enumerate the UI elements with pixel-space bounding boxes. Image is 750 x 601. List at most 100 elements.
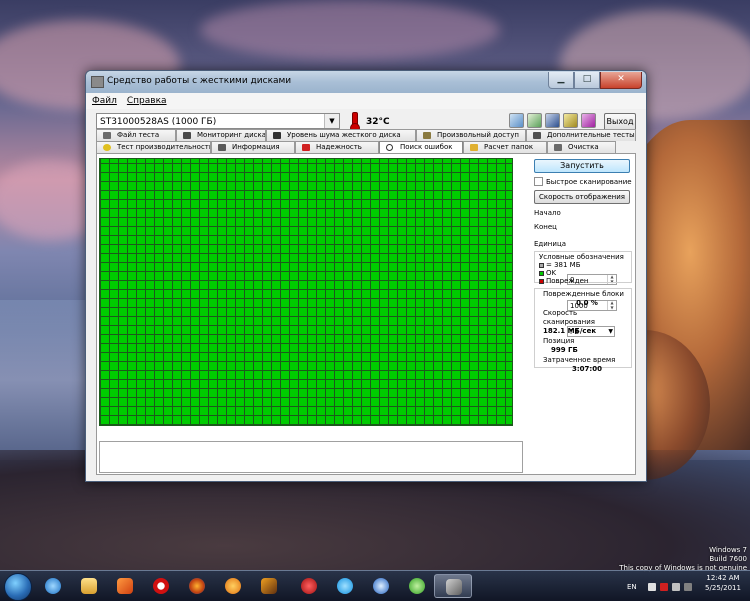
camera-icon[interactable] [563, 113, 578, 128]
folder-icon [470, 144, 478, 151]
unit-field-label: Единица [534, 240, 566, 248]
taskbar: EN 12:42 AM 5/25/2011 [0, 570, 750, 601]
start-button-orb[interactable] [4, 573, 32, 601]
chevron-down-icon[interactable]: ▼ [324, 114, 339, 128]
firefox-icon [189, 578, 205, 594]
clock-date: 5/25/2011 [705, 584, 741, 592]
hard-disk-icon [446, 579, 462, 595]
taskbar-opera[interactable] [142, 574, 180, 598]
minimize-button[interactable]: ▁ [548, 72, 574, 89]
legend-title: Условные обозначения [539, 253, 624, 261]
download-icon[interactable] [581, 113, 596, 128]
tab-row-top: Файл теста Мониторинг диска Уровень шума… [96, 129, 636, 141]
tab-reliability[interactable]: Надежность [295, 141, 379, 153]
file-icon [103, 132, 111, 139]
close-button[interactable]: ✕ [600, 72, 642, 89]
trash-icon [554, 144, 562, 151]
tray-volume-icon[interactable] [672, 583, 680, 591]
tab-disk-monitoring[interactable]: Мониторинг диска [176, 129, 266, 141]
block-square-icon [539, 262, 544, 268]
disk-icon [423, 132, 431, 139]
start-field-label: Начало [534, 209, 561, 217]
tray-network-icon[interactable] [648, 583, 656, 591]
taskbar-winamp[interactable] [250, 574, 288, 598]
taskbar-aimp[interactable] [214, 574, 252, 598]
music-player-icon [225, 578, 241, 594]
drive-select-value: ST31000528AS (1000 ГБ) [100, 117, 217, 127]
tab-extra-tests[interactable]: Дополнительные тесты [526, 129, 636, 141]
display-speed-button[interactable]: Скорость отображения [534, 190, 630, 204]
quick-scan-option[interactable]: Быстрое сканирование [534, 177, 632, 186]
thermometer-icon [350, 112, 360, 133]
tab-test-file[interactable]: Файл теста [96, 129, 176, 141]
taskbar-ccleaner[interactable] [290, 574, 328, 598]
surface-scan-block-map [99, 158, 513, 426]
taskbar-clock[interactable]: 12:42 AM 5/25/2011 [700, 573, 746, 593]
monitor-icon [183, 132, 191, 139]
opera-icon [153, 578, 169, 594]
quick-scan-label: Быстрое сканирование [546, 177, 632, 186]
damaged-square-icon [539, 278, 544, 284]
toolbar-icons [509, 113, 596, 128]
download-icon [373, 578, 389, 594]
window-title: Средство работы с жесткими дисками [107, 76, 292, 86]
end-field-label: Конец [534, 223, 557, 231]
position-value: 999 ГБ [551, 346, 578, 354]
watermark-os: Windows 7 [709, 546, 747, 554]
maximize-button[interactable]: □ [574, 72, 600, 89]
taskbar-media-player[interactable] [106, 574, 144, 598]
tray-flag-icon[interactable] [660, 583, 668, 591]
copy-icon[interactable] [509, 113, 524, 128]
skype-icon [337, 578, 353, 594]
tab-info[interactable]: Информация [211, 141, 295, 153]
tab-row-bottom: Тест производительности Информация Надеж… [96, 141, 616, 154]
save-icon[interactable] [545, 113, 560, 128]
taskbar-hdd-tool[interactable] [434, 574, 472, 598]
menu-file[interactable]: Файл [92, 96, 117, 106]
taskbar-downloader[interactable] [362, 574, 400, 598]
torrent-icon [409, 578, 425, 594]
quick-scan-checkbox[interactable] [534, 177, 543, 186]
window-controls: ▁ □ ✕ [548, 72, 642, 89]
taskbar-firefox[interactable] [178, 574, 216, 598]
chip-icon [533, 132, 541, 139]
taskbar-explorer[interactable] [70, 574, 108, 598]
legend-damaged: Поврежден [539, 277, 627, 285]
tab-benchmark[interactable]: Тест производительности [96, 141, 211, 153]
cleaner-icon [301, 578, 317, 594]
speaker-icon [273, 132, 281, 139]
hdd-tool-window: Средство работы с жесткими дисками ▁ □ ✕… [85, 70, 647, 482]
tray-battery-icon[interactable] [684, 583, 692, 591]
menu-help[interactable]: Справка [127, 96, 167, 106]
legend-ok: OK [539, 269, 627, 277]
scan-log-area [99, 441, 523, 473]
info-icon [218, 144, 226, 151]
legend-block-size: = 381 МБ [539, 261, 627, 269]
folder-icon [81, 578, 97, 594]
copy-document-icon[interactable] [527, 113, 542, 128]
tab-noise-level[interactable]: Уровень шума жесткого диска [266, 129, 416, 141]
wallpaper-cloud [200, 0, 500, 60]
position-label: Позиция [543, 337, 575, 345]
menu-bar: Файл Справка [86, 93, 646, 109]
taskbar-utorrent[interactable] [398, 574, 436, 598]
language-indicator[interactable]: EN [627, 583, 637, 591]
magnifier-icon [386, 144, 393, 151]
watermark-build: Build 7600 [709, 555, 747, 563]
tab-cleanup[interactable]: Очистка [547, 141, 616, 153]
damaged-blocks-label: Поврежденные блоки [543, 290, 624, 298]
tab-random-access[interactable]: Произвольный доступ [416, 129, 526, 141]
scan-speed-label: Скорость сканирования [543, 309, 595, 326]
ok-square-icon [539, 270, 544, 276]
temperature-readout: 32°C [366, 117, 390, 127]
tab-folder-calc[interactable]: Расчет папок [463, 141, 547, 153]
title-bar[interactable]: Средство работы с жесткими дисками ▁ □ ✕ [86, 71, 646, 93]
lightbulb-icon [103, 144, 111, 151]
drive-select[interactable]: ST31000528AS (1000 ГБ) ▼ [96, 113, 340, 129]
scan-stats-box: Поврежденные блоки 0.0 % Скорость сканир… [534, 288, 632, 373]
taskbar-skype[interactable] [326, 574, 364, 598]
start-button[interactable]: Запустить [534, 159, 630, 173]
damaged-blocks-value: 0.0 % [576, 299, 598, 307]
elapsed-time-value: 3:07:00 [572, 365, 602, 373]
taskbar-ie[interactable] [34, 574, 72, 598]
